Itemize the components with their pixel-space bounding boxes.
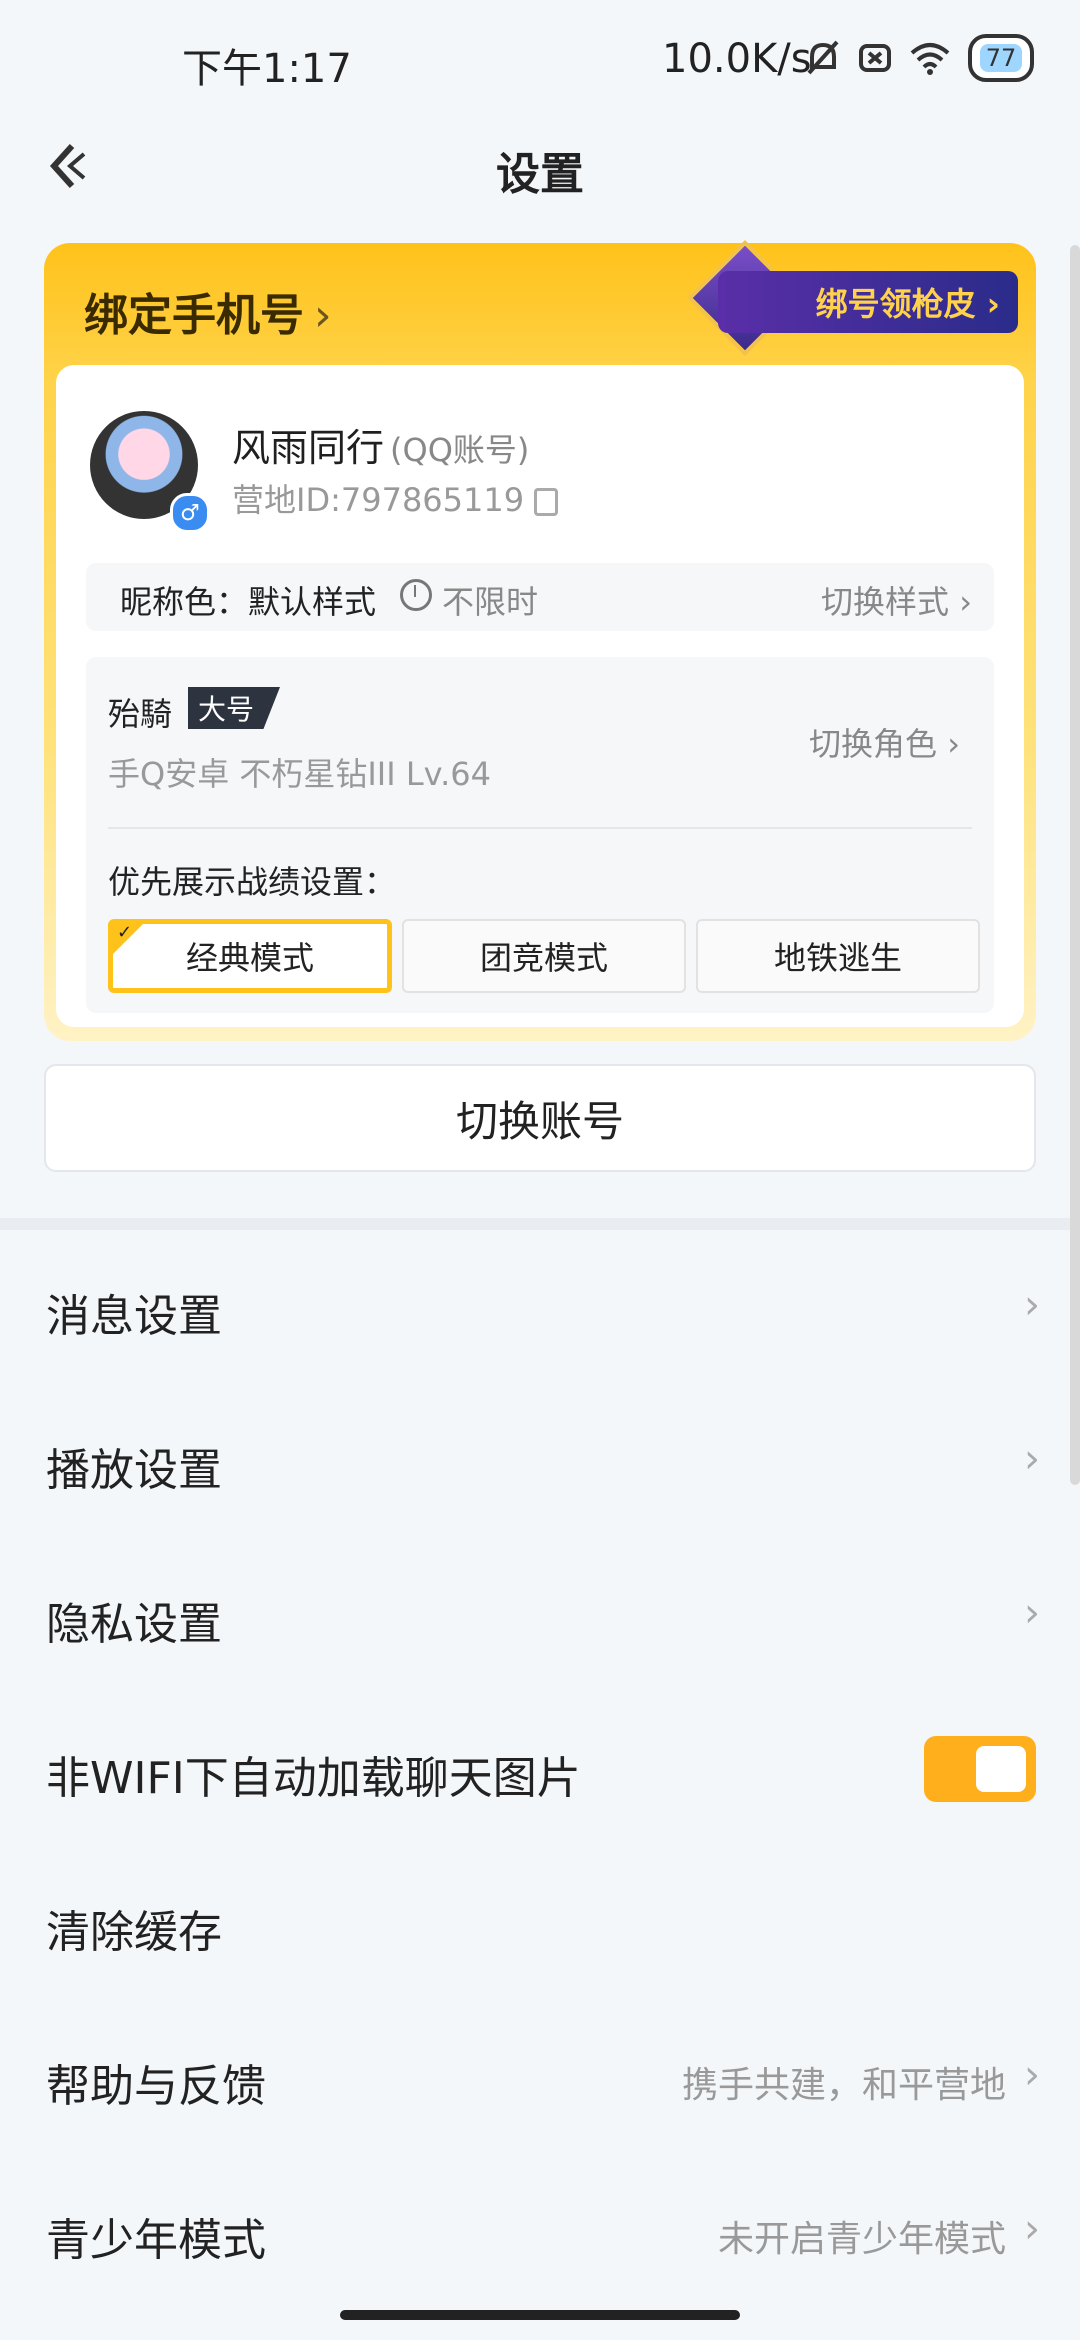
account-type: (QQ账号) bbox=[390, 431, 530, 469]
menu-item-playback-settings[interactable]: 播放设置 › bbox=[0, 1384, 1080, 1538]
status-bar: 下午1:17 10.0K/s 77 bbox=[0, 0, 1080, 120]
camp-id-line: 营地ID:797865119 bbox=[232, 475, 559, 521]
chevron-right-icon: › bbox=[1024, 1436, 1040, 1482]
status-icons: 77 bbox=[806, 34, 1034, 82]
battery-level: 77 bbox=[979, 44, 1023, 72]
camp-id: 营地ID:797865119 bbox=[232, 481, 525, 519]
nickname-color-bar[interactable]: 昵称色：默认样式 不限时 切换样式 › bbox=[86, 563, 994, 631]
account-card: 绑定手机号 › 绑号领枪皮 › ♂ 风雨同行 (QQ账号) 营地ID:7978651… bbox=[44, 240, 1036, 1041]
nickname-color-label: 昵称色：默认样式 bbox=[120, 583, 377, 621]
page-title: 设置 bbox=[496, 149, 584, 200]
chevron-right-icon: › bbox=[1024, 1282, 1040, 1328]
mode-label: 团竞模式 bbox=[479, 939, 608, 977]
menu-item-label: 播放设置 bbox=[46, 1445, 222, 1496]
divider bbox=[108, 827, 972, 829]
account-card-body: ♂ 风雨同行 (QQ账号) 营地ID:797865119 昵称色：默认样式 不限时… bbox=[56, 365, 1024, 1027]
battery-icon: 77 bbox=[968, 34, 1034, 82]
home-indicator[interactable] bbox=[340, 2310, 740, 2320]
header: 设置 bbox=[0, 120, 1080, 210]
mode-selector: ✓ 经典模式 团竞模式 地铁逃生 bbox=[108, 919, 980, 993]
male-icon: ♂ bbox=[170, 493, 210, 533]
user-name-line: 风雨同行 (QQ账号) bbox=[232, 417, 529, 472]
copy-icon[interactable] bbox=[534, 488, 559, 516]
switch-account-button[interactable]: 切换账号 bbox=[44, 1064, 1036, 1172]
switch-style-link[interactable]: 切换样式 › bbox=[821, 577, 972, 623]
menu-item-help-feedback[interactable]: 帮助与反馈 携手共建，和平营地 › bbox=[0, 2000, 1080, 2154]
menu-item-label: 消息设置 bbox=[46, 1291, 222, 1342]
chevron-right-icon: › bbox=[314, 290, 332, 341]
menu-item-label: 隐私设置 bbox=[46, 1599, 222, 1650]
preferred-record-label: 优先展示战绩设置： bbox=[108, 863, 397, 901]
menu-item-clear-cache[interactable]: 清除缓存 bbox=[0, 1846, 1080, 2000]
network-speed: 10.0K/s bbox=[662, 36, 812, 82]
settings-menu: 消息设置 › 播放设置 › 隐私设置 › 非WIFI下自动加载聊天图片 清除缓存… bbox=[0, 1230, 1080, 2308]
toggle-knob bbox=[976, 1746, 1026, 1792]
menu-item-auto-load-images: 非WIFI下自动加载聊天图片 bbox=[0, 1692, 1080, 1846]
unlimited-label: 不限时 bbox=[442, 583, 539, 621]
promo-bind-button[interactable]: 绑号领枪皮 › bbox=[718, 271, 1018, 333]
mode-team-button[interactable]: 团竞模式 bbox=[402, 919, 686, 993]
role-tag-badge: 大号 bbox=[188, 687, 280, 729]
scrollbar[interactable] bbox=[1070, 245, 1080, 1485]
auto-load-toggle[interactable] bbox=[924, 1736, 1036, 1802]
bind-phone-label: 绑定手机号 bbox=[84, 290, 304, 341]
role-description: 手Q安卓 不朽星钻III Lv.64 bbox=[108, 755, 492, 793]
promo-label: 绑号领枪皮 › bbox=[815, 285, 1000, 323]
mode-metro-button[interactable]: 地铁逃生 bbox=[696, 919, 980, 993]
checkmark-icon: ✓ bbox=[113, 922, 143, 954]
bell-off-icon bbox=[807, 40, 839, 75]
user-name: 风雨同行 bbox=[232, 426, 385, 470]
role-name: 殆騎 bbox=[108, 695, 173, 733]
switch-role-link[interactable]: 切换角色 › bbox=[809, 719, 960, 765]
mode-label: 地铁逃生 bbox=[773, 939, 902, 977]
role-box: 殆騎 大号 手Q安卓 不朽星钻III Lv.64 切换角色 › 优先展示战绩设置… bbox=[86, 657, 994, 1013]
menu-item-label: 非WIFI下自动加载聊天图片 bbox=[46, 1753, 581, 1804]
menu-item-teen-mode[interactable]: 青少年模式 未开启青少年模式 › bbox=[0, 2154, 1080, 2308]
menu-item-value: 未开启青少年模式 bbox=[717, 2219, 1006, 2260]
menu-item-label: 青少年模式 bbox=[46, 2215, 266, 2266]
chevron-right-icon: › bbox=[1024, 2206, 1040, 2252]
status-time: 下午1:17 bbox=[182, 46, 352, 92]
bind-phone-link[interactable]: 绑定手机号 › bbox=[84, 279, 332, 343]
wifi-icon bbox=[910, 43, 950, 75]
menu-item-value: 携手共建，和平营地 bbox=[681, 2065, 1006, 2106]
menu-item-label: 帮助与反馈 bbox=[46, 2061, 266, 2112]
mode-classic-button[interactable]: ✓ 经典模式 bbox=[108, 919, 392, 993]
chevron-right-icon: › bbox=[1024, 1590, 1040, 1636]
x-box-icon bbox=[859, 44, 891, 72]
menu-item-label: 清除缓存 bbox=[46, 1907, 222, 1958]
clock-icon bbox=[400, 579, 432, 611]
mode-label: 经典模式 bbox=[185, 939, 314, 977]
chevron-right-icon: › bbox=[1024, 2052, 1040, 2098]
section-divider bbox=[0, 1218, 1080, 1230]
menu-item-privacy-settings[interactable]: 隐私设置 › bbox=[0, 1538, 1080, 1692]
menu-item-message-settings[interactable]: 消息设置 › bbox=[0, 1230, 1080, 1384]
